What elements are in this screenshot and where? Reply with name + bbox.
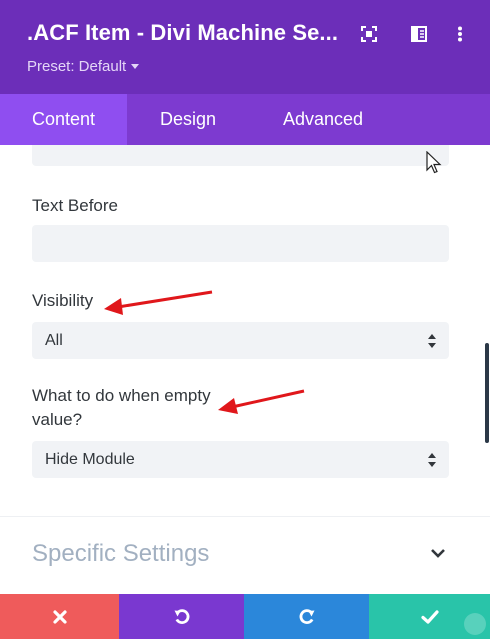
empty-value-label-line1: What to do when empty [32,386,211,405]
select-arrows-icon [428,334,436,348]
select-arrows-icon [428,453,436,467]
undo-button[interactable] [119,594,244,639]
fullscreen-icon[interactable] [360,25,378,43]
specific-settings-title[interactable]: Specific Settings [32,540,209,568]
more-options-icon[interactable] [451,25,469,43]
empty-value-value: Hide Module [45,451,135,468]
split-view-icon[interactable] [410,25,428,43]
preset-dropdown[interactable]: Preset: Default [27,58,140,75]
text-before-input[interactable] [32,225,449,262]
settings-panel: Text Before Visibility All What to do wh… [0,145,490,594]
close-icon [52,609,67,624]
tab-content[interactable]: Content [0,94,127,145]
caret-down-icon [131,63,140,69]
section-divider [0,516,490,517]
modal-title: .ACF Item - Divi Machine Se... [27,20,339,45]
empty-value-select[interactable]: Hide Module [32,441,449,478]
resize-handle[interactable] [464,613,486,635]
visibility-value: All [45,332,63,349]
scrollbar[interactable] [485,343,489,443]
visibility-label: Visibility [32,291,94,310]
visibility-select[interactable]: All [32,322,449,359]
empty-value-label: What to do when empty value? [32,384,211,432]
tab-design[interactable]: Design [127,94,249,145]
cancel-button[interactable] [0,594,119,639]
annotation-arrow-empty-value [218,389,305,414]
annotation-arrow-visibility [104,290,213,315]
save-button[interactable] [369,594,490,639]
settings-modal-header: .ACF Item - Divi Machine Se... Preset: D… [0,0,490,94]
modal-footer [0,594,490,639]
preset-label: Preset: Default [27,58,127,75]
empty-value-label-line2: value? [32,410,83,429]
text-before-label: Text Before [32,196,118,215]
checkmark-icon [420,609,439,624]
tab-advanced[interactable]: Advanced [249,94,397,145]
settings-tabs: Content Design Advanced [0,94,490,145]
undo-icon [174,608,189,624]
redo-icon [299,608,314,624]
redo-button[interactable] [244,594,369,639]
chevron-down-icon[interactable] [429,546,447,560]
mouse-cursor-icon [426,151,442,174]
previous-field-input[interactable] [32,145,449,166]
